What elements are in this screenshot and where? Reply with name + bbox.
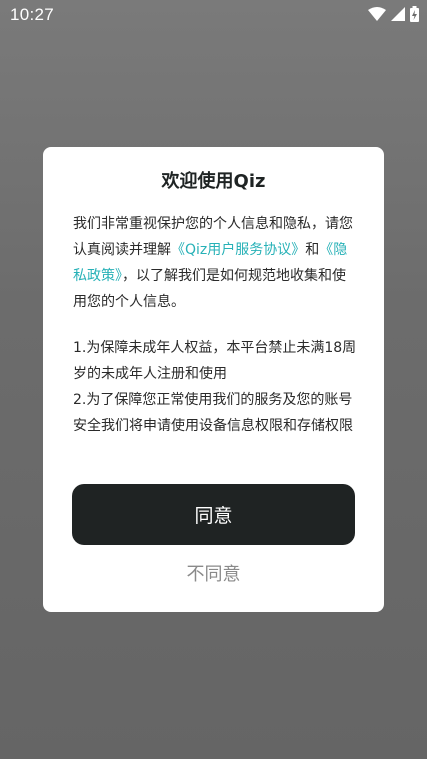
intro-text-and: 和	[305, 242, 320, 258]
rules-list: 1.为保障未成年人权益，本平台禁止未满18周岁的未成年人注册和使用 2.为了保障…	[73, 335, 358, 439]
battery-charging-icon	[410, 6, 419, 22]
status-bar: 10:27	[0, 0, 427, 30]
dialog-title: 欢迎使用Qiz	[161, 171, 266, 192]
agree-button[interactable]: 同意	[72, 484, 355, 545]
status-icons	[368, 6, 419, 22]
rule-item: 1.为保障未成年人权益，本平台禁止未满18周岁的未成年人注册和使用	[73, 340, 357, 382]
intro-text: 我们非常重视保护您的个人信息和隐私，请您认真阅读并理解《Qiz用户服务协议》和《…	[73, 211, 358, 315]
rule-item: 2.为了保障您正常使用我们的服务及您的账号安全我们将申请使用设备信息权限和存储权…	[73, 392, 353, 434]
signal-icon	[391, 7, 405, 21]
status-time: 10:27	[10, 5, 55, 24]
wifi-icon	[368, 7, 386, 21]
consent-dialog: 欢迎使用Qiz 我们非常重视保护您的个人信息和隐私，请您认真阅读并理解《Qiz用…	[43, 147, 384, 612]
user-agreement-link[interactable]: 《Qiz用户服务协议》	[171, 242, 305, 258]
disagree-button[interactable]: 不同意	[43, 560, 384, 586]
